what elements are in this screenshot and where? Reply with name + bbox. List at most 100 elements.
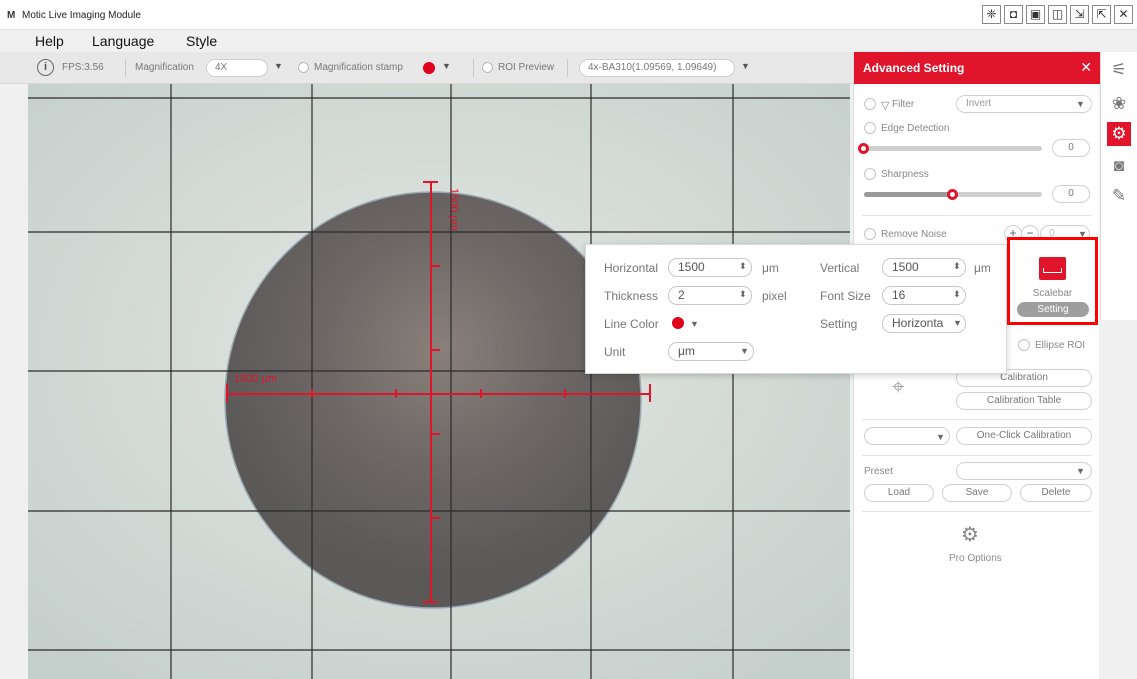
chevron-down-icon[interactable]: ▼ (936, 432, 945, 442)
window-title: Motic Live Imaging Module (22, 10, 141, 21)
delete-button[interactable]: Delete (1020, 484, 1092, 502)
toolbar-divider (567, 59, 568, 77)
spinner-icon[interactable]: ⬍ (739, 261, 747, 272)
filter-radio[interactable] (864, 98, 876, 110)
edge-detection-value[interactable]: 0 (1052, 139, 1090, 157)
line-color-label: Line Color (604, 317, 659, 331)
camera-icon[interactable]: ◘ (1004, 5, 1023, 24)
fps-readout: FPS:3.56 (62, 62, 104, 73)
info-icon[interactable]: i (37, 59, 54, 76)
menu-language[interactable]: Language (92, 33, 154, 49)
calibration-table-button[interactable]: Calibration Table (956, 392, 1092, 410)
toolbar: i FPS:3.56 Magnification 4X ▼ Magnificat… (0, 52, 853, 84)
horizontal-label: Horizontal (604, 261, 659, 275)
menu-style[interactable]: Style (186, 33, 217, 49)
calibration-select[interactable]: 4x-BA310(1.09569, 1.09649) (579, 59, 735, 77)
edge-detection-radio[interactable] (864, 122, 876, 134)
app-logo-icon: M (7, 10, 16, 21)
toolbar-divider (473, 59, 474, 77)
stamp-color-swatch[interactable] (423, 62, 435, 74)
sharpness-value[interactable]: 0 (1052, 185, 1090, 203)
tool-strip: ⚟ ❀ ⚙ ◙ ✎ (1100, 52, 1137, 320)
scalebar-ruler-icon[interactable] (1039, 257, 1066, 280)
strip-background (1100, 320, 1137, 679)
spinner-icon[interactable]: ⬍ (953, 289, 961, 300)
menu-help[interactable]: Help (35, 33, 64, 49)
spinner-icon[interactable]: ⬍ (739, 289, 747, 300)
setting-label: Setting (820, 317, 858, 331)
ellipse-roi-radio[interactable] (1018, 339, 1030, 351)
advanced-settings-icon[interactable]: ⚙ (1107, 122, 1131, 146)
magnification-stamp-radio[interactable] (298, 62, 309, 73)
filter-select[interactable]: Invert (956, 95, 1092, 113)
color-balance-icon[interactable]: ❀ (1107, 92, 1131, 116)
divider (862, 511, 1092, 512)
line-color-swatch[interactable] (672, 317, 684, 329)
roi-preview-radio[interactable] (482, 62, 493, 73)
remove-noise-label: Remove Noise (881, 229, 947, 240)
menu-bar: Help Language Style (0, 30, 1137, 52)
load-button[interactable]: Load (864, 484, 934, 502)
scalebar-tool-highlight[interactable]: Scalebar Setting (1007, 237, 1098, 325)
minimize-icon[interactable]: ⇲ (1070, 5, 1089, 24)
panel-title: Advanced Setting (863, 61, 965, 75)
magnification-stamp-label: Magnification stamp (314, 62, 403, 73)
magnification-label: Magnification (135, 62, 194, 73)
chevron-down-icon[interactable]: ▼ (274, 61, 283, 71)
save-button[interactable]: Save (942, 484, 1012, 502)
scalebar-settings-popup: Horizontal 1500 ⬍ μm Vertical 1500 ⬍ μm … (585, 244, 1007, 374)
crosshair-icon[interactable]: ⌖ (892, 374, 904, 400)
window-controls: ❈ ◘ ▣ ◫ ⇲ ⇱ ✕ (982, 5, 1133, 24)
image-viewport[interactable]: 1500 μm 1500 μm (28, 84, 850, 679)
horizontal-unit: μm (762, 261, 779, 275)
ellipse-roi-label: Ellipse ROI (1035, 340, 1086, 351)
edge-detection-slider[interactable] (864, 146, 1042, 151)
font-size-label: Font Size (820, 289, 871, 303)
chevron-down-icon[interactable]: ▼ (442, 61, 451, 71)
live-image: 1500 μm 1500 μm (28, 84, 850, 679)
split-view-icon[interactable]: ◫ (1048, 5, 1067, 24)
ruler-icon[interactable]: ✎ (1107, 184, 1131, 208)
preset-select[interactable] (956, 462, 1092, 480)
title-bar: M Motic Live Imaging Module ❈ ◘ ▣ ◫ ⇲ ⇱ … (0, 0, 1137, 30)
divider (862, 419, 1092, 420)
panel-header: Advanced Setting ✕ (854, 52, 1100, 84)
edge-detection-slider-knob[interactable] (858, 143, 869, 154)
horizontal-scalebar-label: 1500 μm (234, 373, 277, 385)
unit-label: Unit (604, 345, 626, 359)
close-icon[interactable]: ✕ (1080, 59, 1092, 76)
filter-label: Filter (892, 99, 915, 110)
sliders-icon[interactable]: ⚟ (1107, 58, 1131, 82)
thickness-unit: pixel (762, 289, 787, 303)
snowflake-icon[interactable]: ❈ (982, 5, 1001, 24)
one-click-calibration-button[interactable]: One-Click Calibration (956, 427, 1092, 445)
spinner-icon[interactable]: ⬍ (953, 261, 961, 272)
pro-options-label[interactable]: Pro Options (949, 553, 1002, 564)
chevron-down-icon[interactable]: ▼ (741, 61, 750, 71)
sharpness-slider-fill (864, 192, 953, 197)
sharpness-slider-knob[interactable] (947, 189, 958, 200)
divider (862, 455, 1092, 456)
chevron-down-icon[interactable]: ▼ (1076, 99, 1085, 109)
gears-icon[interactable]: ⚙ (961, 522, 979, 547)
specimen-circle (224, 191, 642, 609)
roi-preview-label: ROI Preview (498, 62, 555, 73)
thickness-label: Thickness (604, 289, 659, 303)
vertical-scalebar-label: 1500 μm (448, 188, 460, 231)
sharpness-radio[interactable] (864, 168, 876, 180)
magnification-select[interactable]: 4X (206, 59, 268, 77)
chevron-down-icon[interactable]: ▼ (953, 318, 962, 328)
filter-icon: ▽ (881, 100, 890, 112)
remove-noise-radio[interactable] (864, 228, 876, 240)
maximize-icon[interactable]: ⇱ (1092, 5, 1111, 24)
scalebar-setting-button[interactable]: Setting (1017, 302, 1089, 317)
close-icon[interactable]: ✕ (1114, 5, 1133, 24)
chevron-down-icon[interactable]: ▼ (690, 319, 699, 329)
window-icon[interactable]: ▣ (1026, 5, 1045, 24)
sharpness-label: Sharpness (881, 169, 929, 180)
left-margin (0, 84, 28, 679)
chevron-down-icon[interactable]: ▼ (1076, 466, 1085, 476)
camera-icon[interactable]: ◙ (1107, 154, 1131, 178)
chevron-down-icon[interactable]: ▼ (740, 346, 749, 356)
scalebar-label: Scalebar (1032, 288, 1073, 299)
